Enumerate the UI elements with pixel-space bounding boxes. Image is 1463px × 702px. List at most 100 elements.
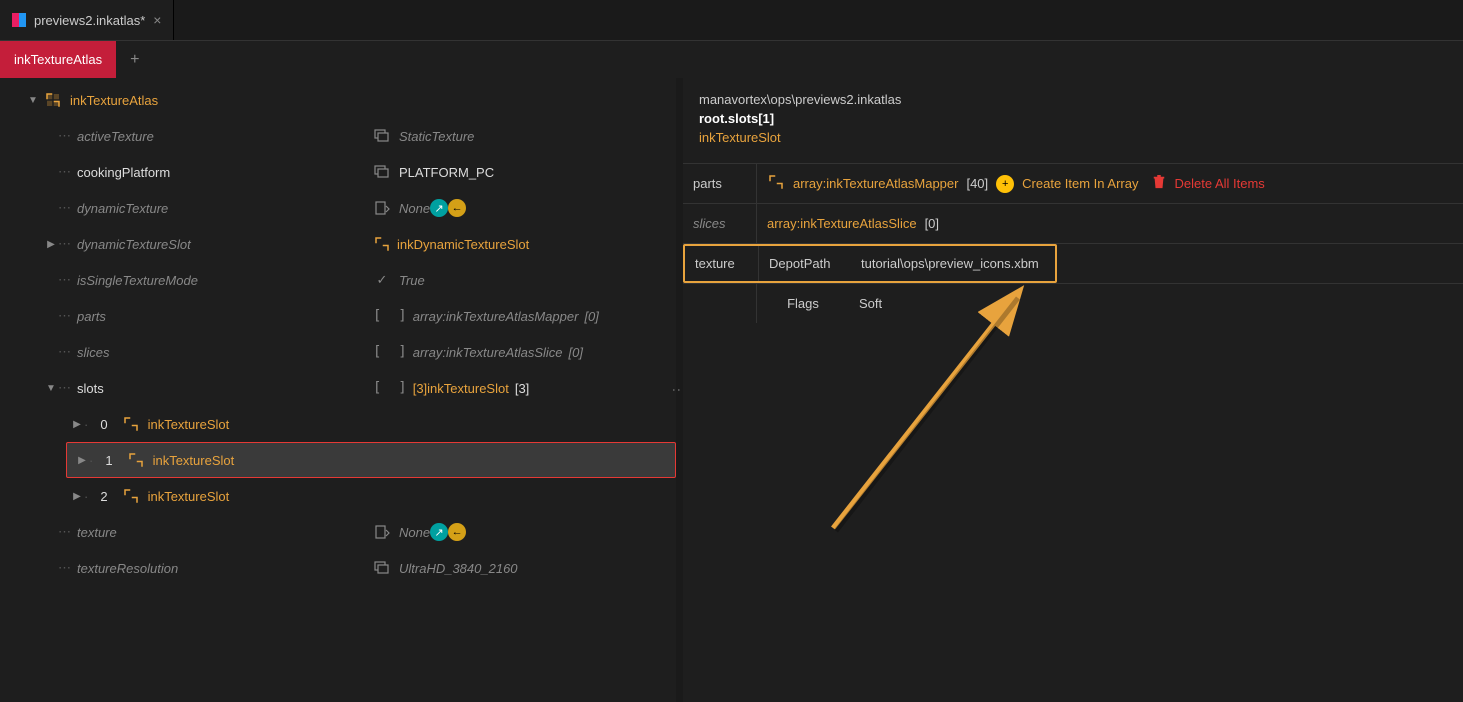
enum-icon [373,128,391,144]
prop-value: array:inkTextureAtlasMapper [413,309,579,324]
array-icon: [ ] [373,380,407,396]
prop-value: UltraHD_3840_2160 [399,561,518,576]
tree-panel: ▼ inkTextureAtlas ⋯ activeTexture Static… [0,78,676,702]
delete-all-button[interactable]: Delete All Items [1174,176,1264,191]
prop-type: array:inkTextureAtlasSlice [767,216,917,231]
tree-cookingplatform[interactable]: ⋯ cookingPlatform PLATFORM_PC [0,154,676,190]
prop-label: slots [77,381,373,396]
file-icon [12,13,26,27]
slot-index: 1 [105,453,112,468]
flags-value[interactable]: Soft [859,296,882,311]
prop-count: [40] [966,176,988,191]
prop-name: slices [683,204,757,243]
class-icon [373,235,391,253]
enum-icon [373,164,391,180]
detail-parts-row[interactable]: parts array:inkTextureAtlasMapper [40] +… [683,163,1463,203]
prop-count: [3] [515,381,529,396]
slot-type: inkTextureSlot [148,417,230,432]
chevron-down-icon[interactable]: ▼ [44,383,58,394]
goto-icon[interactable]: ↗ [430,523,448,541]
prop-subname: Flags [757,284,849,323]
add-icon[interactable]: + [996,175,1014,193]
prop-value: [3]inkTextureSlot [413,381,509,396]
tree-root[interactable]: ▼ inkTextureAtlas [0,82,676,118]
chevron-right-icon[interactable]: ▶ [70,491,84,502]
tree-slot-1[interactable]: ▶ · 1 inkTextureSlot [66,442,676,478]
chevron-right-icon[interactable]: ▶ [70,419,84,430]
class-icon [767,173,785,194]
tree-slot-0[interactable]: ▶ · 0 inkTextureSlot [0,406,676,442]
prop-label: isSingleTextureMode [77,273,373,288]
bool-icon: ✓ [373,272,391,288]
chevron-down-icon[interactable]: ▼ [26,95,40,106]
prop-name: parts [683,164,757,203]
ref-icon [373,200,391,216]
back-icon[interactable]: ← [448,199,466,217]
slot-index: 0 [100,417,107,432]
subtab-label: inkTextureAtlas [14,52,102,67]
goto-icon[interactable]: ↗ [430,199,448,217]
subtab-inktextureatlas[interactable]: inkTextureAtlas [0,41,116,78]
slot-index: 2 [100,489,107,504]
detail-panel: manavortex\ops\previews2.inkatlas root.s… [683,78,1463,702]
prop-value: True [399,273,425,288]
tree-issingletexturemode[interactable]: ⋯ isSingleTextureMode ✓ True [0,262,676,298]
create-item-button[interactable]: Create Item In Array [1022,176,1138,191]
prop-name: texture [685,246,759,281]
prop-count: [0] [925,216,939,231]
chevron-right-icon[interactable]: ▶ [75,455,89,466]
slot-type: inkTextureSlot [153,453,235,468]
class-icon [127,451,145,469]
prop-value: None [399,201,430,216]
detail-flags-row[interactable]: Flags Soft [683,283,1463,323]
enum-icon [373,560,391,576]
array-icon: [ ] [373,344,407,360]
prop-label: texture [77,525,373,540]
prop-label: slices [77,345,373,360]
tree-slot-2[interactable]: ▶ · 2 inkTextureSlot [0,478,676,514]
prop-label: parts [77,309,373,324]
tree-dynamictexture[interactable]: ⋯ dynamicTexture None ↗ ← [0,190,676,226]
root-path: root.slots[1] [699,111,1447,126]
depot-path-value[interactable]: tutorial\ops\preview_icons.xbm [861,256,1039,271]
back-icon[interactable]: ← [448,523,466,541]
tree-textureresolution[interactable]: ⋯ textureResolution UltraHD_3840_2160 [0,550,676,586]
tree-texture[interactable]: ⋯ texture None ↗ ← [0,514,676,550]
prop-label: activeTexture [77,129,373,144]
tree-root-label: inkTextureAtlas [70,93,360,108]
detail-slices-row[interactable]: slices array:inkTextureAtlasSlice [0] [683,203,1463,243]
type-name: inkTextureSlot [699,130,1447,145]
detail-texture-row[interactable]: texture DepotPath tutorial\ops\preview_i… [683,243,1463,283]
prop-name-empty [683,284,757,323]
prop-value: inkDynamicTextureSlot [397,237,529,252]
file-tab[interactable]: previews2.inkatlas* × [0,0,174,40]
prop-label: textureResolution [77,561,373,576]
tree-slices[interactable]: ⋯ slices [ ] array:inkTextureAtlasSlice … [0,334,676,370]
tree-slots[interactable]: ▼ ⋯ slots [ ] [3]inkTextureSlot [3] [0,370,676,406]
tree-parts[interactable]: ⋯ parts [ ] array:inkTextureAtlasMapper … [0,298,676,334]
class-icon [122,415,140,433]
prop-type: array:inkTextureAtlasMapper [793,176,958,191]
trash-icon[interactable] [1152,175,1166,192]
class-icon [44,91,62,109]
tab-filename: previews2.inkatlas* [34,13,145,28]
prop-value: StaticTexture [399,129,474,144]
ref-icon [373,524,391,540]
slot-type: inkTextureSlot [148,489,230,504]
prop-count: [0] [569,345,583,360]
chevron-right-icon[interactable]: ▶ [44,239,58,250]
prop-label: dynamicTexture [77,201,373,216]
prop-label: dynamicTextureSlot [77,237,373,252]
tree-dynamictextureslot[interactable]: ▶ ⋯ dynamicTextureSlot inkDynamicTexture… [0,226,676,262]
class-icon [122,487,140,505]
prop-label: cookingPlatform [77,165,373,180]
breadcrumb: manavortex\ops\previews2.inkatlas [699,92,1447,107]
prop-value: PLATFORM_PC [399,165,494,180]
tree-activetexture[interactable]: ⋯ activeTexture StaticTexture [0,118,676,154]
add-tab-button[interactable]: + [116,41,153,78]
prop-count: [0] [584,309,598,324]
panel-resizer[interactable]: ⋮ [676,78,683,702]
close-icon[interactable]: × [153,12,161,28]
prop-value: None [399,525,430,540]
prop-subname: DepotPath [759,246,851,281]
